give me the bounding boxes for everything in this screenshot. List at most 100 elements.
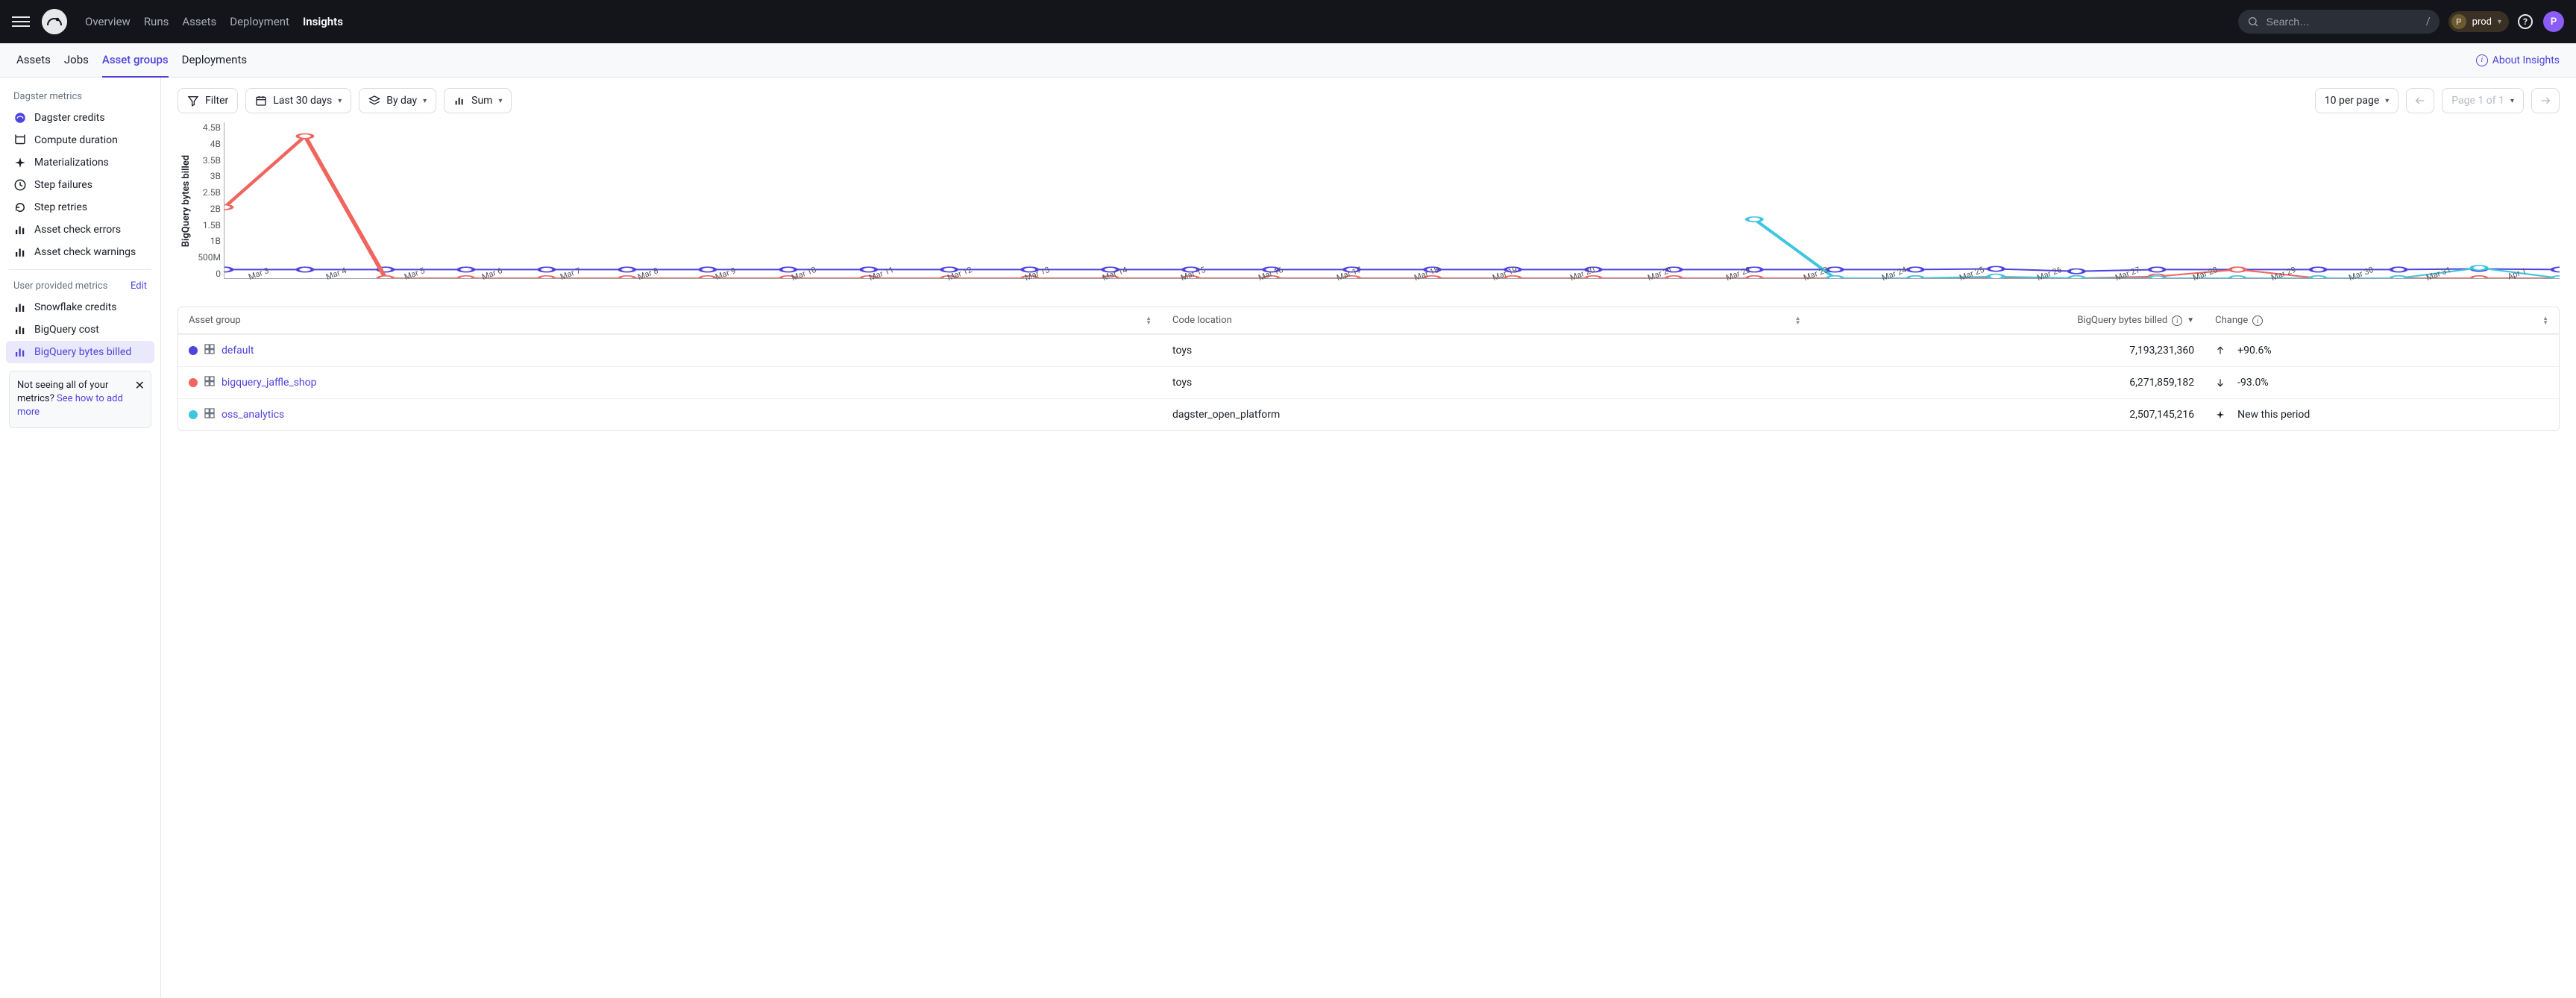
tab-jobs[interactable]: Jobs [64, 43, 89, 78]
sidebar-section-user: User provided metrics Edit [6, 276, 154, 296]
table-head: Asset group ▲▼ Code location ▲▼ BigQuery… [178, 307, 2559, 334]
series-color-dot [189, 378, 198, 387]
sort-icon: ▲▼ [1795, 316, 1801, 325]
credits-icon [13, 111, 27, 125]
prev-page-button[interactable] [2406, 88, 2434, 113]
toolbar: Filter Last 30 days▾ By day▾ Sum▾ 10 per… [178, 88, 2560, 113]
cell-asset-group: bigquery_jaffle_shop [178, 367, 1162, 398]
col-code-location[interactable]: Code location ▲▼ [1162, 307, 1812, 333]
cell-change: +90.6% [2205, 335, 2559, 366]
app-logo[interactable] [42, 9, 67, 34]
about-insights-text: About Insights [2492, 54, 2560, 66]
asset-group-link[interactable]: bigquery_jaffle_shop [222, 377, 316, 389]
workspace-label: prod [2472, 16, 2492, 28]
sidebar-item[interactable]: Dagster credits [6, 107, 154, 129]
info-icon: i [2476, 54, 2488, 66]
workspace-initial: P [2451, 14, 2466, 29]
sidebar-item-label: Dagster credits [34, 112, 105, 124]
sidebar-item-label: Asset check warnings [34, 246, 136, 258]
sidebar-item[interactable]: Asset check warnings [6, 241, 154, 263]
search-shortcut: / [2426, 16, 2431, 28]
bars-icon [453, 95, 465, 107]
sidebar-item[interactable]: Materializations [6, 151, 154, 174]
workspace-switcher[interactable]: P prod ▾ [2448, 11, 2509, 32]
asset-group-link[interactable]: default [222, 345, 254, 357]
col-asset-group[interactable]: Asset group ▲▼ [178, 307, 1162, 333]
next-page-button[interactable] [2531, 88, 2560, 113]
sidebar-item[interactable]: Asset check errors [6, 219, 154, 241]
arrow-left-icon [2414, 95, 2426, 107]
about-insights-link[interactable]: i About Insights [2476, 54, 2560, 66]
sidebar-section-dagster: Dagster metrics [6, 87, 154, 107]
granularity-button[interactable]: By day▾ [359, 88, 436, 113]
help-icon[interactable]: ? [2518, 14, 2533, 29]
search-input[interactable] [2266, 16, 2419, 28]
sidebar-item-label: Materializations [34, 157, 109, 169]
tab-asset-groups[interactable]: Asset groups [102, 43, 169, 78]
calendar-icon [255, 95, 267, 107]
sidebar-item[interactable]: BigQuery cost [6, 318, 154, 341]
sidebar-item[interactable]: Snowflake credits [6, 296, 154, 318]
user-avatar[interactable]: P [2543, 11, 2564, 32]
tab-assets[interactable]: Assets [16, 43, 51, 78]
cell-metric-value: 7,193,231,360 [1812, 335, 2205, 366]
filter-button[interactable]: Filter [178, 88, 238, 113]
sidebar-item-label: BigQuery bytes billed [34, 346, 131, 358]
chevron-down-icon: ▾ [2385, 97, 2389, 105]
search-icon [2247, 16, 2259, 28]
asset-group-link[interactable]: oss_analytics [222, 409, 284, 421]
retry-icon [13, 201, 27, 214]
info-icon: i [2172, 316, 2182, 326]
sort-icon: ▲▼ [2542, 316, 2548, 325]
sidebar-item-label: Compute duration [34, 134, 118, 146]
sidebar-item[interactable]: BigQuery bytes billed [6, 341, 154, 363]
sidebar: Dagster metrics Dagster credits Compute d… [0, 78, 161, 998]
page-button[interactable]: Page 1 of 1▾ [2442, 88, 2524, 113]
topbar: Overview Runs Assets Deployment Insights… [0, 0, 2576, 43]
sidebar-item-label: BigQuery cost [34, 324, 99, 336]
series-color-dot [189, 346, 198, 355]
asset-group-icon [204, 375, 216, 390]
sidebar-item[interactable]: Step failures [6, 174, 154, 196]
bars-icon [13, 245, 27, 259]
sidebar-edit-link[interactable]: Edit [131, 280, 147, 292]
cell-change: -93.0% [2205, 367, 2559, 398]
col-change[interactable]: Change i ▲▼ [2205, 307, 2559, 333]
sort-icon: ▲▼ [1146, 316, 1152, 325]
nav-assets[interactable]: Assets [182, 15, 216, 28]
chevron-down-icon: ▼ [2187, 316, 2194, 324]
insights-subnav: Assets Jobs Asset groups Deployments i A… [0, 43, 2576, 78]
cell-change: New this period [2205, 399, 2559, 430]
search-box[interactable]: / [2238, 10, 2440, 34]
close-icon[interactable]: ✕ [135, 377, 145, 394]
bars-icon [13, 345, 27, 359]
bars-icon [13, 323, 27, 336]
chart-x-ticks: Mar 3Mar 4Mar 5Mar 6Mar 7Mar 8Mar 9Mar 1… [224, 282, 2560, 292]
sidebar-item[interactable]: Compute duration [6, 129, 154, 151]
cell-asset-group: default [178, 335, 1162, 366]
hamburger-menu-icon[interactable] [12, 13, 30, 31]
cell-asset-group: oss_analytics [178, 399, 1162, 430]
col-metric[interactable]: BigQuery bytes billed i ▼ [1812, 307, 2205, 333]
nav-runs[interactable]: Runs [144, 15, 169, 28]
sidebar-item-label: Step retries [34, 201, 87, 213]
table-row: bigquery_jaffle_shoptoys6,271,859,182-93… [178, 366, 2559, 398]
insight-table: Asset group ▲▼ Code location ▲▼ BigQuery… [178, 307, 2560, 431]
clock-icon [13, 178, 27, 192]
bars-icon [13, 223, 27, 236]
aggregation-button[interactable]: Sum▾ [444, 88, 512, 113]
chart-plot[interactable] [224, 122, 2560, 279]
cell-metric-value: 2,507,145,216 [1812, 399, 2205, 430]
arrow-right-icon [2539, 95, 2551, 107]
info-icon: i [2252, 316, 2263, 326]
per-page-button[interactable]: 10 per page▾ [2315, 88, 2399, 113]
nav-insights[interactable]: Insights [303, 15, 343, 28]
nav-deployment[interactable]: Deployment [230, 15, 289, 28]
date-range-button[interactable]: Last 30 days▾ [245, 88, 351, 113]
sidebar-item[interactable]: Step retries [6, 196, 154, 219]
nav-overview[interactable]: Overview [85, 15, 131, 28]
tab-deployments[interactable]: Deployments [182, 43, 247, 78]
asset-group-icon [204, 343, 216, 358]
chart-y-label: BigQuery bytes billed [181, 154, 192, 246]
sidebar-item-label: Step failures [34, 179, 92, 191]
